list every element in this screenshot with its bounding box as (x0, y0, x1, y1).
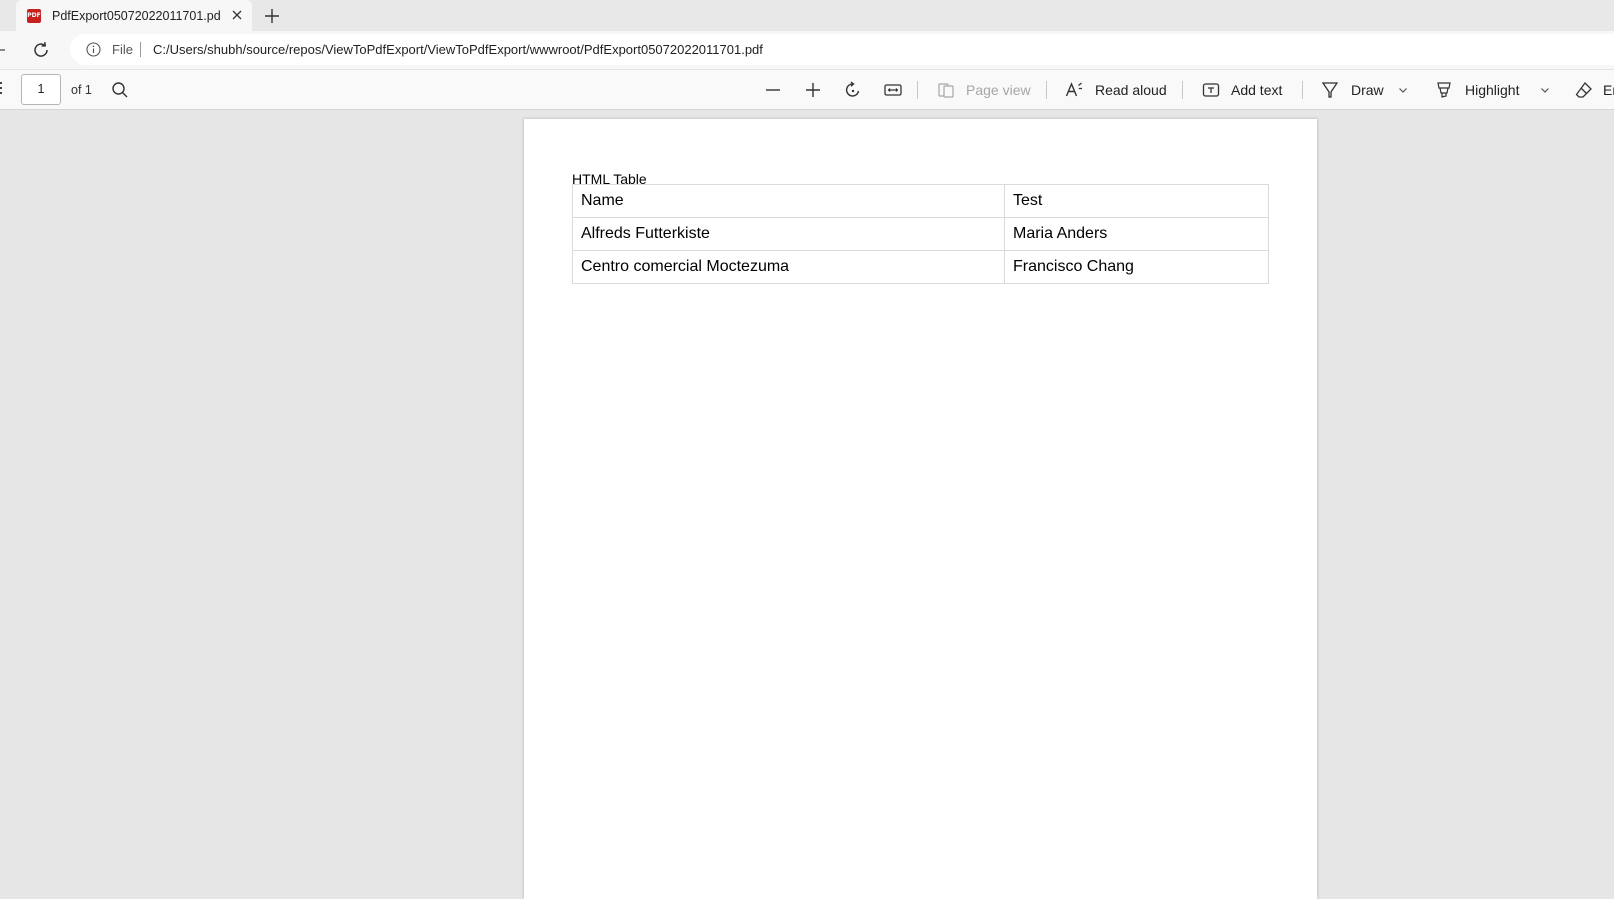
back-arrow-icon[interactable] (0, 49, 5, 51)
toolbar-divider (1302, 81, 1303, 99)
table-cell: Francisco Chang (1004, 250, 1269, 284)
info-icon[interactable] (86, 42, 101, 57)
search-icon[interactable] (110, 80, 130, 100)
table-cell: Maria Anders (1004, 217, 1269, 251)
page-view-button: Page view (966, 82, 1031, 98)
address-bar[interactable]: File C:/Users/shubh/source/repos/ViewToP… (70, 34, 1614, 65)
draw-button[interactable]: Draw (1351, 82, 1384, 98)
site-info-label[interactable]: File (112, 42, 133, 57)
table-cell: Alfreds Futterkiste (572, 217, 1005, 251)
page-view-icon (938, 83, 954, 98)
table-cell: Name (572, 184, 1005, 218)
new-tab-icon[interactable] (263, 7, 281, 25)
table-cell: Test (1004, 184, 1269, 218)
add-text-icon[interactable] (1201, 80, 1221, 100)
pdf-toolbar: 1 of 1 Page view Read aloud Add text Dra… (0, 70, 1614, 110)
read-aloud-button[interactable]: Read aloud (1095, 82, 1167, 98)
read-aloud-icon[interactable] (1064, 80, 1084, 100)
fit-to-width-icon[interactable] (883, 80, 903, 100)
page-total-label: of 1 (71, 83, 92, 97)
data-table: Name Test Alfreds Futterkiste Maria Ande… (572, 184, 1269, 284)
navigation-bar: File C:/Users/shubh/source/repos/ViewToP… (0, 31, 1614, 69)
chevron-down-icon[interactable] (1396, 80, 1410, 100)
highlight-button[interactable]: Highlight (1465, 82, 1519, 98)
close-icon[interactable] (230, 8, 244, 22)
tab-title: PdfExport05072022011701.pdf (52, 8, 220, 23)
zoom-in-icon[interactable] (803, 80, 823, 100)
add-text-button[interactable]: Add text (1231, 82, 1282, 98)
chevron-down-icon[interactable] (1538, 80, 1552, 100)
page-number-input[interactable]: 1 (21, 74, 61, 105)
toolbar-divider (917, 81, 918, 99)
erase-button[interactable]: Er (1603, 82, 1614, 98)
contents-menu-icon[interactable] (0, 82, 3, 96)
address-divider (140, 42, 141, 57)
url-text[interactable]: C:/Users/shubh/source/repos/ViewToPdfExp… (153, 42, 763, 57)
table-row: Centro comercial Moctezuma Francisco Cha… (572, 250, 1269, 284)
rotate-icon[interactable] (843, 80, 863, 100)
pdf-page: HTML Table Name Test Alfreds Futterkiste… (524, 119, 1317, 899)
draw-icon[interactable] (1320, 80, 1340, 100)
tab-strip: PDF PdfExport05072022011701.pdf (0, 0, 1614, 31)
highlight-icon[interactable] (1434, 80, 1454, 100)
eraser-icon[interactable] (1574, 80, 1594, 100)
pdf-viewport[interactable]: HTML Table Name Test Alfreds Futterkiste… (0, 111, 1614, 899)
pdf-file-icon: PDF (27, 8, 41, 23)
browser-tab[interactable]: PDF PdfExport05072022011701.pdf (16, 0, 252, 31)
toolbar-divider (1046, 81, 1047, 99)
table-cell: Centro comercial Moctezuma (572, 250, 1005, 284)
toolbar-divider (1182, 81, 1183, 99)
refresh-icon[interactable] (31, 40, 51, 60)
table-row: Name Test (572, 184, 1269, 218)
table-row: Alfreds Futterkiste Maria Anders (572, 217, 1269, 251)
zoom-out-icon[interactable] (763, 80, 783, 100)
